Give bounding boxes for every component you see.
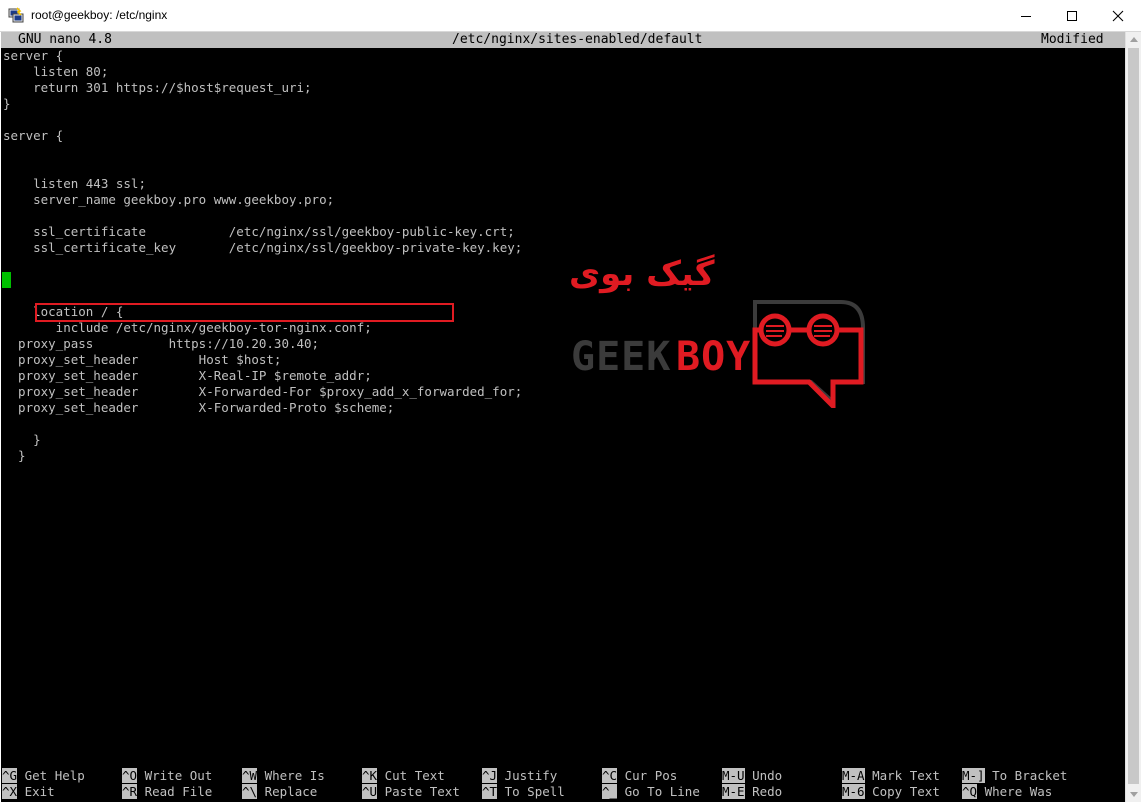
shortcut-where-was[interactable]: ^Q Where Was <box>962 784 1052 800</box>
shortcut-replace[interactable]: ^\ Replace <box>242 784 317 800</box>
code-line: server_name geekboy.pro www.geekboy.pro; <box>3 192 335 207</box>
shortcut-redo[interactable]: M-E Redo <box>722 784 782 800</box>
nano-header-bar: GNU nano 4.8 /etc/nginx/sites-enabled/de… <box>1 32 1125 48</box>
shortcut-get-help[interactable]: ^G Get Help <box>2 768 85 784</box>
scroll-down-arrow-icon[interactable] <box>1130 792 1138 797</box>
code-line: proxy_set_header X-Real-IP $remote_addr; <box>3 368 372 383</box>
code-line: } <box>3 448 26 463</box>
scroll-up-arrow-icon[interactable] <box>1130 37 1138 42</box>
nano-version: GNU nano 4.8 <box>18 32 112 47</box>
shortcut-copy-text[interactable]: M-6 Copy Text <box>842 784 940 800</box>
nano-status: Modified <box>1041 32 1104 47</box>
code-line: server { <box>3 128 64 143</box>
window-titlebar: root@geekboy: /etc/nginx <box>0 0 1141 32</box>
window-title: root@geekboy: /etc/nginx <box>31 8 168 22</box>
geekboy-logo-watermark: گیک بوی GEEK BOY <box>569 254 869 410</box>
code-line: } <box>3 96 11 111</box>
code-line: listen 443 ssl; <box>3 176 146 191</box>
vertical-scrollbar[interactable] <box>1125 32 1141 802</box>
scrollbar-thumb[interactable] <box>1128 48 1139 784</box>
shortcut-exit[interactable]: ^X Exit <box>2 784 55 800</box>
shortcut-read-file[interactable]: ^R Read File <box>122 784 212 800</box>
code-line: ssl_certificate /etc/nginx/ssl/geekboy-p… <box>3 224 515 239</box>
code-line: listen 80; <box>3 64 109 79</box>
minimize-button[interactable] <box>1003 0 1049 31</box>
code-line: ssl_certificate_key /etc/nginx/ssl/geekb… <box>3 240 523 255</box>
code-line: proxy_pass https://10.20.30.40; <box>3 336 320 351</box>
shortcut-to-spell[interactable]: ^T To Spell <box>482 784 565 800</box>
putty-icon <box>8 7 24 23</box>
shortcut-justify[interactable]: ^J Justify <box>482 768 557 784</box>
code-line: server { <box>3 48 64 63</box>
logo-glasses-icon <box>752 300 865 408</box>
nano-filename: /etc/nginx/sites-enabled/default <box>452 32 703 47</box>
close-icon <box>1112 10 1124 21</box>
logo-boy-text: BOY <box>676 334 752 380</box>
shortcut-undo[interactable]: M-U Undo <box>722 768 782 784</box>
logo-geek-text: GEEK <box>571 334 672 380</box>
maximize-button[interactable] <box>1049 0 1095 31</box>
code-line: proxy_set_header Host $host; <box>3 352 282 367</box>
text-cursor <box>2 272 11 288</box>
shortcut-to-bracket[interactable]: M-] To Bracket <box>962 768 1067 784</box>
maximize-icon <box>1067 10 1077 21</box>
shortcut-mark-text[interactable]: M-A Mark Text <box>842 768 940 784</box>
shortcut-cut-text[interactable]: ^K Cut Text <box>362 768 445 784</box>
shortcut-paste-text[interactable]: ^U Paste Text <box>362 784 460 800</box>
code-editor[interactable]: server { listen 80; return 301 https://$… <box>3 48 522 464</box>
terminal-area[interactable]: GNU nano 4.8 /etc/nginx/sites-enabled/de… <box>1 32 1125 802</box>
code-line-include: include /etc/nginx/geekboy-tor-nginx.con… <box>3 320 372 335</box>
shortcut-cur-pos[interactable]: ^C Cur Pos <box>602 768 677 784</box>
code-line: return 301 https://$host$request_uri; <box>3 80 312 95</box>
logo-persian-text: گیک بوی <box>569 254 715 294</box>
close-button[interactable] <box>1095 0 1141 31</box>
code-line: } <box>3 432 41 447</box>
nano-shortcut-bar: ^G Get Help ^O Write Out ^W Where Is ^K … <box>1 768 1125 802</box>
shortcut-where-is[interactable]: ^W Where Is <box>242 768 325 784</box>
shortcut-write-out[interactable]: ^O Write Out <box>122 768 212 784</box>
code-line: proxy_set_header X-Forwarded-For $proxy_… <box>3 384 523 399</box>
minimize-icon <box>1021 15 1031 17</box>
shortcut-go-to-line[interactable]: ^_ Go To Line <box>602 784 700 800</box>
highlight-annotation <box>35 303 454 322</box>
code-line: proxy_set_header X-Forwarded-Proto $sche… <box>3 400 395 415</box>
